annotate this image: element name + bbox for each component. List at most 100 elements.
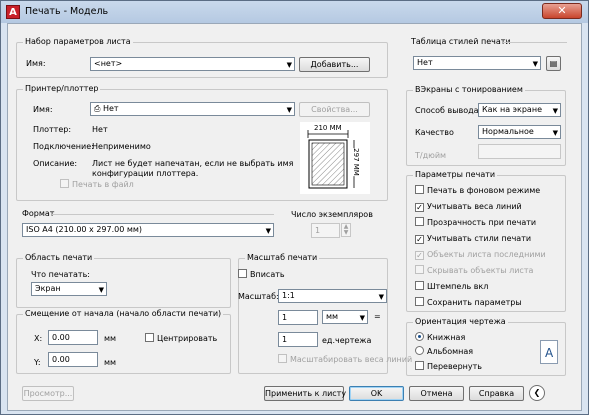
plot-lineweights-checkbox[interactable]: ✓ Учитывать веса линий (415, 201, 522, 212)
scale-select[interactable]: 1:1 ▼ (278, 289, 387, 303)
chevron-down-icon: ▼ (286, 61, 292, 69)
printer-icon: ⎙ (94, 104, 103, 113)
page-setup-name-label: Имя: (26, 59, 46, 68)
fit-to-paper-checkbox[interactable]: Вписать (238, 269, 285, 280)
printer-value: Нет (102, 104, 119, 113)
save-changes-checkbox[interactable]: Сохранить параметры (415, 297, 522, 308)
copies-spinner[interactable]: ▲ ▼ (341, 223, 351, 237)
ok-button[interactable]: OK (349, 386, 404, 401)
landscape-radio[interactable]: Альбомная (415, 346, 473, 357)
copies-input[interactable]: 1 (311, 223, 340, 238)
style-table-value: Нет (417, 58, 433, 67)
connection-label: Подключение: (33, 142, 94, 151)
quality-value: Нормальное (482, 127, 534, 136)
dpi-input[interactable] (478, 144, 561, 159)
paper-size-label: Формат (22, 209, 55, 218)
cancel-button[interactable]: Отмена (409, 386, 464, 401)
plot-stamp-checkbox[interactable]: Штемпель вкл (415, 281, 488, 292)
quality-label: Качество (415, 128, 454, 137)
shade-plot-select[interactable]: Как на экране ▼ (478, 103, 561, 117)
add-page-setup-button[interactable]: Добавить... (299, 57, 370, 72)
edit-icon: ▤ (549, 59, 558, 68)
description-line-1: Лист не будет напечатан, если не выбрать… (92, 159, 294, 168)
autocad-icon: A (6, 5, 20, 19)
plotter-label: Плоттер: (33, 125, 72, 134)
scale-label: Масштаб: (238, 292, 279, 301)
preview-width-label: 210 ММ (314, 124, 342, 132)
preview-button[interactable]: Просмотр... (22, 386, 74, 401)
print-to-file-checkbox[interactable]: Печать в файл (60, 179, 134, 190)
center-plot-checkbox[interactable]: Центрировать (145, 333, 217, 344)
style-table-select[interactable]: Нет ▼ (413, 56, 541, 70)
offset-y-label: Y: (34, 358, 41, 367)
connection-value: Неприменимо (92, 142, 151, 151)
window-title: Печать - Модель (25, 6, 109, 17)
hide-paperspace-objects-checkbox[interactable]: Скрывать объекты листа (415, 265, 533, 276)
edit-style-table-button[interactable]: ▤ (546, 56, 561, 71)
style-table-separator (503, 42, 567, 43)
paper-preview: 210 ММ 297 ММ (300, 122, 370, 194)
portrait-radio[interactable]: Книжная (415, 332, 465, 343)
plot-paperspace-last-checkbox[interactable]: ✓ Объекты листа последними (415, 249, 546, 260)
print-dialog: A Печать - Модель ✕ Набор параметров лис… (0, 0, 589, 415)
scale-equals-sign: = (374, 312, 381, 321)
description-line-2: конфигурации плоттера. (92, 169, 199, 178)
plot-background-checkbox[interactable]: Печать в фоновом режиме (415, 185, 540, 196)
printer-group-label: Принтер/плоттер (23, 84, 101, 93)
offset-x-label: X: (34, 334, 43, 343)
chevron-down-icon: ▼ (265, 227, 271, 235)
paper-size-select[interactable]: ISO A4 (210.00 x 297.00 мм) ▼ (22, 223, 274, 237)
chevron-down-icon: ▼ (532, 60, 538, 68)
scale-value: 1:1 (282, 291, 295, 300)
description-label: Описание: (33, 159, 78, 168)
shade-plot-value: Как на экране (482, 105, 542, 114)
page-setup-label: Набор параметров листа (23, 37, 133, 46)
copies-label: Число экземпляров (291, 210, 373, 219)
style-table-label: Таблица стилей печати (411, 37, 511, 46)
shaded-viewport-label: ВЭкраны с тонированием (413, 85, 525, 94)
upside-down-checkbox[interactable]: Перевернуть (415, 361, 482, 372)
chevron-down-icon: ▼ (552, 129, 558, 137)
plot-offset-label: Смещение от начала (начало области печат… (23, 309, 224, 318)
plot-scale-label: Масштаб печати (245, 253, 320, 262)
scale-units-value: мм (326, 312, 339, 321)
close-button[interactable]: ✕ (542, 3, 582, 19)
apply-to-layout-button[interactable]: Применить к листу (264, 386, 346, 401)
printer-select[interactable]: ⎙ Нет ▼ (90, 102, 295, 116)
dialog-body: Набор параметров листа Имя: <нет> ▼ Доба… (7, 23, 582, 411)
page-setup-select[interactable]: <нет> ▼ (90, 57, 295, 71)
chevron-down-icon: ▼ (359, 314, 365, 322)
help-button[interactable]: Справка (469, 386, 524, 401)
title-bar: A Печать - Модель ✕ (1, 1, 588, 23)
scale-units-select[interactable]: мм ▼ (322, 310, 368, 324)
scale-paper-units-input[interactable]: 1 (278, 310, 318, 325)
preview-height-label: 297 ММ (351, 148, 360, 176)
collapse-options-button[interactable]: ❮ (529, 385, 545, 401)
what-to-plot-label: Что печатать: (31, 270, 90, 279)
chevron-down-icon: ▼ (378, 293, 384, 301)
plotter-value: Нет (92, 125, 108, 134)
shade-plot-label: Способ вывода (415, 106, 479, 115)
page-orientation-icon: A (540, 340, 558, 364)
orientation-label: Ориентация чертежа (413, 317, 508, 326)
offset-x-input[interactable]: 0.00 (48, 330, 98, 345)
printer-properties-button[interactable]: Свойства... (299, 102, 370, 117)
scale-drawing-units-label: ед.чертежа (322, 336, 372, 345)
chevron-down-icon: ▼ (552, 107, 558, 115)
offset-y-unit: мм (104, 358, 117, 367)
plot-options-label: Параметры печати (413, 170, 498, 179)
plot-with-styles-checkbox[interactable]: ✓ Учитывать стили печати (415, 233, 531, 244)
scale-drawing-units-input[interactable]: 1 (278, 332, 318, 347)
printer-name-label: Имя: (33, 105, 53, 114)
scale-lineweights-checkbox[interactable]: Масштабировать веса линий (278, 354, 412, 365)
chevron-down-icon: ▼ (286, 106, 292, 114)
quality-select[interactable]: Нормальное ▼ (478, 125, 561, 139)
what-to-plot-select[interactable]: Экран ▼ (31, 282, 107, 296)
plot-transparency-checkbox[interactable]: Прозрачность при печати (415, 217, 536, 228)
dpi-label: Т/дюйм (415, 151, 447, 160)
page-setup-value: <нет> (94, 59, 123, 68)
what-to-plot-value: Экран (35, 284, 61, 293)
plot-area-label: Область печати (23, 253, 95, 262)
offset-y-input[interactable]: 0.00 (48, 352, 98, 367)
chevron-left-icon: ❮ (533, 388, 541, 397)
